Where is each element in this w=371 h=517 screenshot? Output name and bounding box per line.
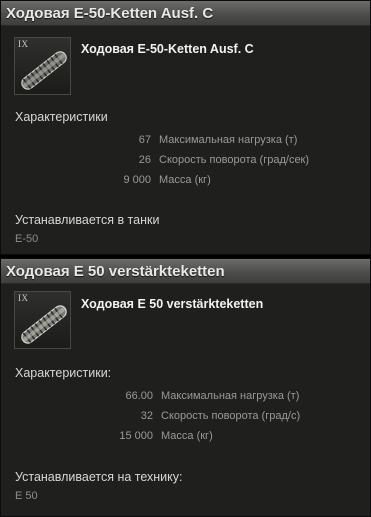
module-tooltip-new: Ходовая E 50 verstärkteketten IX Ходовая… <box>0 258 371 517</box>
stat-value: 67 <box>138 134 151 146</box>
comparison-root: Ходовая E-50-Ketten Ausf. C IX Ходовая E… <box>0 0 371 517</box>
characteristics-heading: Характеристики <box>15 110 108 124</box>
stat-label: Скорость поворота (град/с) <box>161 410 301 422</box>
module-icon-frame: IX <box>14 37 71 95</box>
stat-value: 15 000 <box>119 430 153 442</box>
stat-value: 32 <box>140 410 153 422</box>
tank-tracks-icon <box>21 51 67 90</box>
tooltip-header: Ходовая E 50 verstärkteketten <box>1 259 370 284</box>
stat-label: Скорость поворота (град/сек) <box>159 154 310 166</box>
tooltip-header: Ходовая E-50-Ketten Ausf. C <box>1 1 370 26</box>
module-tooltip-old: Ходовая E-50-Ketten Ausf. C IX Ходовая E… <box>0 0 371 255</box>
stat-label: Максимальная нагрузка (т) <box>159 134 298 146</box>
stat-label: Максимальная нагрузка (т) <box>161 390 300 402</box>
characteristics-heading: Характеристики: <box>15 366 112 380</box>
stat-value: 66.00 <box>125 390 153 402</box>
tank-list: E-50 <box>15 233 39 245</box>
module-name: Ходовая E 50 verstärkteketten <box>81 297 264 311</box>
module-name: Ходовая E-50-Ketten Ausf. C <box>81 42 254 56</box>
tank-tracks-icon <box>21 305 67 344</box>
stat-label: Масса (кг) <box>161 430 213 442</box>
installed-heading: Устанавливается в танки <box>15 213 160 227</box>
stat-value: 9 000 <box>123 174 151 186</box>
stat-value: 26 <box>138 154 151 166</box>
stat-label: Масса (кг) <box>159 174 211 186</box>
installed-heading: Устанавливается на технику: <box>15 470 183 484</box>
module-icon-frame: IX <box>14 291 71 349</box>
tank-list: E 50 <box>15 490 38 502</box>
